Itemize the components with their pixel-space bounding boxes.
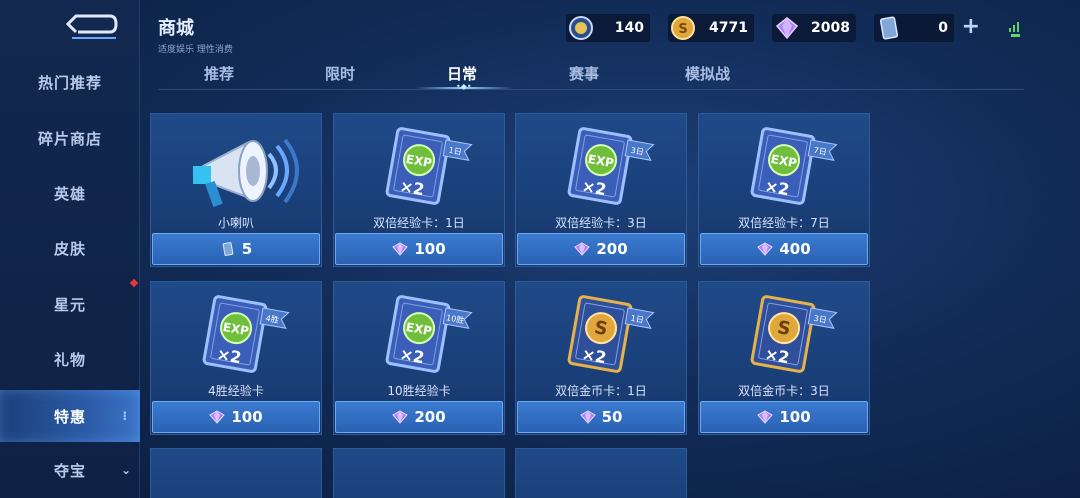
tab-daily[interactable]: 日常 [447, 63, 477, 84]
item-price: 200 [596, 240, 628, 258]
diamond-icon [757, 410, 774, 424]
sidebar-item-label: 碎片商店 [37, 129, 102, 148]
item-price: 200 [414, 408, 446, 426]
buy-button[interactable]: 5 [152, 233, 320, 265]
voucher-card-icon [879, 16, 899, 40]
sidebar-item-heroes[interactable]: 英雄 [0, 169, 140, 217]
item-name: 双倍经验卡：7日 [738, 216, 830, 230]
shop-item-card[interactable]: EXP ×2 3日 双倍经验卡：3日 200 [515, 113, 687, 267]
exp-card-icon: EXP ×2 7日 [750, 127, 838, 205]
currency-diamond: 2008 [772, 14, 856, 42]
item-price: 400 [779, 240, 811, 258]
page-subtitle: 适度娱乐 理性消费 [158, 45, 233, 55]
tab-recommend[interactable]: 推荐 [204, 63, 234, 84]
shop-item-card-partial[interactable] [333, 448, 505, 498]
shop-item-card-partial[interactable] [150, 448, 322, 498]
currency-medal: 140 [566, 14, 650, 42]
medal-coin-icon [569, 16, 593, 40]
diamond-icon [757, 242, 774, 256]
svg-text:S: S [678, 22, 687, 37]
gold-coin-icon: S [671, 16, 695, 40]
sidebar: 热门推荐 碎片商店 英雄 皮肤 星元 礼物 特惠 ⁝ 夺宝 ⌄ [0, 0, 140, 498]
sidebar-item-skins[interactable]: 皮肤 [0, 224, 140, 272]
sidebar-item-label: 英雄 [53, 184, 86, 203]
exp-card-icon: EXP ×2 3日 [567, 127, 655, 205]
sidebar-item-treasure[interactable]: 夺宝 ⌄ [0, 446, 140, 494]
sidebar-item-star[interactable]: 星元 [0, 278, 140, 328]
item-price: 5 [241, 240, 253, 258]
currency-voucher: 0 + [874, 14, 980, 42]
item-name: 4胜经验卡 [208, 384, 264, 398]
sidebar-item-label: 特惠 [53, 407, 86, 426]
currency-gold: S 4771 [668, 14, 754, 42]
tab-limited[interactable]: 限时 [325, 63, 355, 84]
item-price: 100 [414, 240, 446, 258]
diamond-icon [392, 242, 409, 256]
item-price: 100 [231, 408, 263, 426]
back-arrow-icon[interactable] [62, 10, 118, 44]
item-name: 小喇叭 [217, 216, 254, 230]
sidebar-item-hot[interactable]: 热门推荐 [0, 58, 140, 106]
diamond-icon [392, 410, 409, 424]
voucher-card-icon [222, 242, 234, 256]
currency-value: 4771 [709, 20, 748, 36]
add-currency-button[interactable]: + [962, 14, 980, 40]
sidebar-item-fragment-shop[interactable]: 碎片商店 [0, 114, 140, 162]
tab-auto-chess[interactable]: 模拟战 [685, 63, 730, 84]
sidebar-item-label: 热门推荐 [37, 73, 102, 92]
exp-card-icon: EXP ×2 4胜 [202, 295, 290, 373]
diamond-icon [775, 17, 799, 40]
item-name: 双倍经验卡：3日 [555, 216, 647, 230]
item-price: 50 [601, 408, 623, 426]
shop-item-card[interactable]: EXP ×2 7日 双倍经验卡：7日 400 [698, 113, 870, 267]
currency-value: 140 [614, 20, 644, 36]
shop-item-card[interactable]: EXP ×2 4胜 4胜经验卡 100 [150, 281, 322, 435]
shop-item-card[interactable]: S ×2 3日 双倍金币卡：3日 100 [698, 281, 870, 435]
notification-dot [129, 278, 139, 288]
chevron-down-icon: ⌄ [120, 463, 132, 477]
sidebar-item-label: 夺宝 [53, 461, 86, 480]
page-title: 商城 [158, 18, 194, 39]
signal-icon [1009, 22, 1020, 37]
item-name: 双倍经验卡：1日 [373, 216, 465, 230]
item-name: 双倍金币卡：1日 [555, 384, 647, 398]
sidebar-item-label: 皮肤 [53, 239, 86, 258]
buy-button[interactable]: 50 [517, 401, 685, 433]
shop-item-card-partial[interactable] [515, 448, 687, 498]
shop-item-card[interactable]: EXP ×2 1日 双倍经验卡：1日 100 [333, 113, 505, 267]
item-price: 100 [779, 408, 811, 426]
sidebar-item-special-offer[interactable]: 特惠 ⁝ [0, 390, 140, 442]
tab-events[interactable]: 赛事 [569, 63, 599, 84]
tab-bar: 推荐 限时 日常 赛事 模拟战 •◆• [158, 58, 1024, 91]
buy-button[interactable]: 100 [700, 401, 868, 433]
diamond-icon [209, 410, 226, 424]
shop-item-card[interactable]: EXP ×2 10胜 10胜经验卡 200 [333, 281, 505, 435]
active-tab-dots: •◆• [456, 82, 472, 91]
currency-value: 2008 [811, 20, 850, 36]
exp-card-icon: EXP ×2 10胜 [385, 295, 473, 373]
buy-button[interactable]: 200 [517, 233, 685, 265]
gold-card-icon: S ×2 1日 [567, 295, 655, 373]
item-name: 10胜经验卡 [387, 384, 451, 398]
item-name: 双倍金币卡：3日 [738, 384, 830, 398]
megaphone-icon [193, 138, 299, 207]
sidebar-item-label: 礼物 [53, 350, 86, 369]
shop-item-card[interactable]: S ×2 1日 双倍金币卡：1日 50 [515, 281, 687, 435]
gold-card-icon: S ×2 3日 [750, 295, 838, 373]
sidebar-item-gifts[interactable]: 礼物 [0, 335, 140, 383]
buy-button[interactable]: 200 [335, 401, 503, 433]
diamond-icon [574, 242, 591, 256]
currency-value: 0 [938, 20, 948, 36]
buy-button[interactable]: 100 [152, 401, 320, 433]
selected-dots-icon: ⁝ [122, 409, 128, 423]
sidebar-item-label: 星元 [53, 295, 86, 314]
diamond-icon [579, 410, 596, 424]
buy-button[interactable]: 400 [700, 233, 868, 265]
shop-item-card[interactable]: 小喇叭 5 [150, 113, 322, 267]
buy-button[interactable]: 100 [335, 233, 503, 265]
exp-card-icon: EXP ×2 1日 [385, 127, 473, 205]
